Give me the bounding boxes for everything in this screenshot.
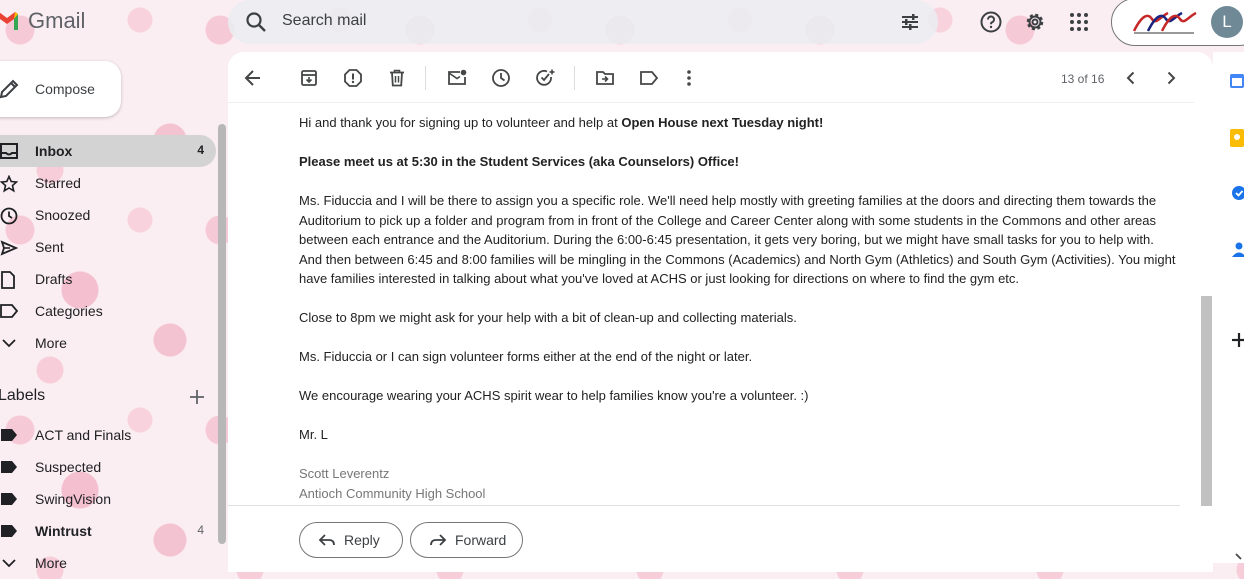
- add-to-tasks-icon[interactable]: [535, 68, 555, 88]
- email-body: Hi and thank you for signing up to volun…: [299, 113, 1179, 503]
- sidebar-item-sent[interactable]: Sent: [0, 231, 216, 263]
- gmail-logo[interactable]: Gmail: [0, 8, 85, 34]
- chevron-left-icon[interactable]: [1121, 68, 1141, 88]
- star-icon: [0, 175, 18, 193]
- sidebar-item-snoozed[interactable]: Snoozed: [0, 199, 216, 231]
- sidebar-item-more[interactable]: More: [0, 327, 216, 359]
- top-bar: Gmail Search mail L: [0, 0, 1244, 46]
- sidebar-item-drafts[interactable]: Drafts: [0, 263, 216, 295]
- settings-gear-icon[interactable]: [1023, 10, 1047, 34]
- snooze-clock-icon[interactable]: [491, 68, 511, 88]
- signature-organization: Antioch Community High School: [299, 485, 486, 501]
- compose-label: Compose: [35, 81, 95, 97]
- reply-button[interactable]: Reply: [299, 522, 403, 558]
- label-icon: [1, 429, 17, 441]
- greeting-text: Hi and thank you for signing up to volun…: [299, 115, 622, 130]
- toolbar-divider: [574, 66, 575, 90]
- apps-grid-icon[interactable]: [1067, 10, 1091, 34]
- reply-label: Reply: [344, 532, 380, 548]
- search-options-icon[interactable]: [898, 10, 922, 34]
- signature-name: Scott Leverentz: [299, 466, 390, 481]
- sidebar-scrollbar[interactable]: [218, 124, 226, 544]
- add-label-icon[interactable]: [188, 388, 206, 406]
- search-input[interactable]: Search mail: [282, 12, 366, 30]
- sidebar-item-label: Sent: [35, 239, 64, 255]
- mark-unread-icon[interactable]: [447, 68, 467, 88]
- calendar-icon[interactable]: [1229, 72, 1244, 90]
- pencil-icon: [0, 79, 19, 99]
- compose-button[interactable]: Compose: [0, 61, 121, 117]
- sidebar-item-label: More: [35, 555, 67, 571]
- sidebar-item-label: Drafts: [35, 271, 73, 287]
- sidebar-item-label: More: [35, 335, 67, 351]
- reply-arrow-icon: [318, 534, 335, 546]
- back-arrow-icon[interactable]: [243, 68, 263, 88]
- unread-count-badge: 4: [197, 143, 204, 157]
- expand-panel-chevron-icon[interactable]: [1229, 552, 1244, 563]
- message-footer-divider: [228, 505, 1180, 506]
- meeting-instruction: Please meet us at 5:30 in the Student Se…: [299, 154, 739, 169]
- forward-button[interactable]: Forward: [410, 522, 523, 558]
- report-spam-icon[interactable]: [343, 68, 363, 88]
- draft-file-icon: [1, 271, 15, 289]
- clock-icon: [0, 207, 18, 225]
- sidebar-item-label: Wintrust: [35, 523, 92, 539]
- body-paragraph: We encourage wearing your ACHS spirit we…: [299, 388, 809, 403]
- label-icon: [1, 493, 17, 505]
- sidebar-item-categories[interactable]: Categories: [0, 295, 216, 327]
- forward-arrow-icon: [430, 534, 447, 546]
- toolbar-divider: [425, 66, 426, 90]
- archive-icon[interactable]: [299, 68, 319, 88]
- sidebar-label-suspected[interactable]: Suspected: [0, 451, 216, 483]
- get-addons-plus-icon[interactable]: [1229, 330, 1244, 350]
- help-icon[interactable]: [979, 10, 1003, 34]
- greeting-paragraph: Hi and thank you for signing up to volun…: [299, 113, 1179, 133]
- sidebar-label-swingvision[interactable]: SwingVision: [0, 483, 216, 515]
- contacts-icon[interactable]: [1229, 240, 1244, 258]
- tasks-icon[interactable]: [1229, 184, 1244, 202]
- chevron-down-icon: [2, 559, 16, 568]
- event-name: Open House next Tuesday night!: [621, 115, 824, 130]
- sign-off: Mr. L: [299, 427, 328, 442]
- avatar[interactable]: L: [1211, 6, 1243, 38]
- sidebar-item-label: Categories: [35, 303, 103, 319]
- organization-logo: [1128, 5, 1204, 39]
- delete-trash-icon[interactable]: [387, 68, 407, 88]
- sidebar-label-more[interactable]: More: [0, 547, 216, 579]
- sidebar-item-label: Suspected: [35, 459, 102, 475]
- sidebar-item-label: Inbox: [35, 143, 73, 159]
- gmail-m-icon: [0, 12, 18, 30]
- more-vert-icon[interactable]: [679, 68, 699, 88]
- chevron-down-icon: [2, 339, 16, 348]
- search-icon[interactable]: [244, 10, 268, 34]
- body-paragraph: Ms. Fiduccia and I will be there to assi…: [299, 193, 1176, 286]
- unread-count-badge: 4: [197, 523, 204, 537]
- keep-notes-icon[interactable]: [1229, 128, 1244, 148]
- label-tag-icon: [0, 304, 18, 318]
- sidebar-item-label: Snoozed: [35, 207, 91, 223]
- body-paragraph: Ms. Fiduccia or I can sign volunteer for…: [299, 349, 753, 364]
- sidebar-item-inbox[interactable]: Inbox 4: [0, 135, 216, 167]
- sidebar-item-starred[interactable]: Starred: [0, 167, 216, 199]
- forward-label: Forward: [455, 532, 507, 548]
- toolbar-separator: [228, 102, 1194, 103]
- move-to-folder-icon[interactable]: [595, 68, 615, 88]
- sidebar-item-label: SwingVision: [35, 491, 112, 507]
- label-icon: [1, 525, 17, 537]
- sidebar-label-act-and-finals[interactable]: ACT and Finals: [0, 419, 216, 451]
- label-as-icon[interactable]: [639, 68, 659, 88]
- labels-heading: Labels: [0, 387, 46, 404]
- sidebar-label-wintrust[interactable]: Wintrust 4: [0, 515, 216, 547]
- app-name: Gmail: [28, 8, 86, 33]
- label-icon: [1, 461, 17, 473]
- chevron-right-icon[interactable]: [1161, 68, 1181, 88]
- sidebar-item-label: ACT and Finals: [35, 427, 132, 443]
- send-icon: [0, 240, 18, 256]
- inbox-icon: [0, 143, 18, 159]
- pagination-count: 13 of 16: [1061, 72, 1105, 86]
- sidebar-item-label: Starred: [35, 175, 81, 191]
- body-paragraph: Close to 8pm we might ask for your help …: [299, 310, 797, 325]
- search-bar[interactable]: Search mail: [228, 0, 938, 44]
- message-scrollbar[interactable]: [1201, 296, 1212, 506]
